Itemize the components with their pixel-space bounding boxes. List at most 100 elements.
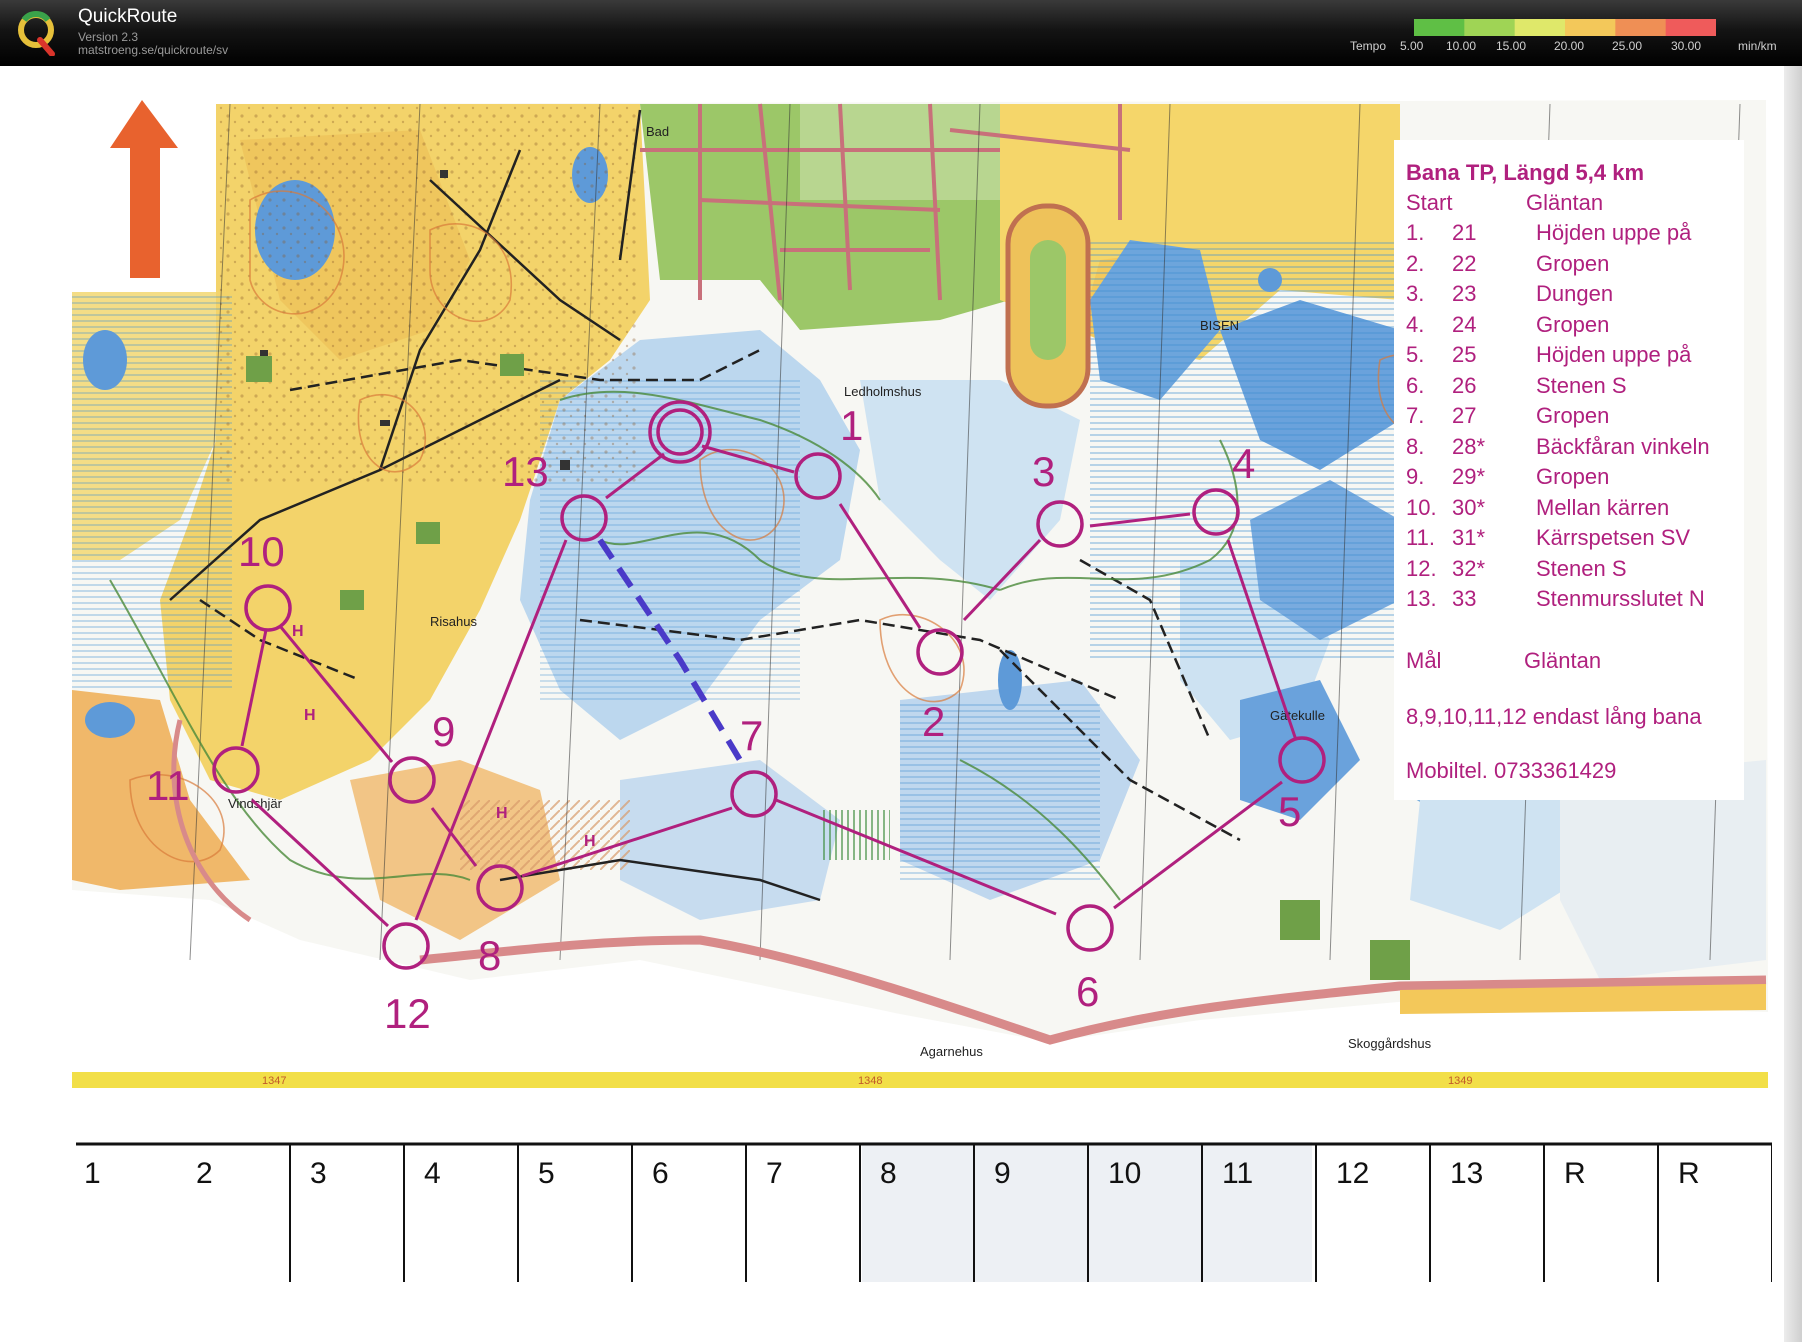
legend-control-code: 27 [1452, 403, 1477, 428]
control-number: 6 [1076, 968, 1099, 1015]
svg-text:H: H [584, 833, 596, 850]
svg-text:H: H [304, 707, 316, 724]
split-box-label: 12 [1336, 1157, 1370, 1190]
place-name: Bad [646, 124, 669, 139]
legend-control-description: Stenen S [1536, 372, 1627, 398]
legend-control-description: Gropen [1536, 250, 1610, 276]
split-time-boxes [76, 1142, 1772, 1282]
legend-finish-name: Gläntan [1524, 648, 1602, 673]
place-name: Ledholmshus [844, 384, 922, 399]
legend-control-number: 7. [1406, 403, 1425, 428]
course-legend: Bana TP, Längd 5,4 km Start Gläntan 1. 21… [1394, 140, 1744, 800]
legend-control-description: Gropen [1536, 311, 1610, 337]
split-box-label: 11 [1222, 1157, 1254, 1190]
tempo-color-segment [1514, 19, 1566, 36]
legend-control-code: 33 [1452, 586, 1477, 611]
legend-control-number: 8. [1406, 433, 1425, 459]
legend-control-code: 25 [1452, 342, 1477, 367]
legend-control-description: Höjden uppe på [1536, 342, 1692, 367]
tempo-tick: 15.00 [1496, 39, 1527, 53]
control-number: 9 [432, 708, 455, 755]
split-box-label: R [1564, 1157, 1586, 1190]
legend-phone: Mobiltel. 0733361429 [1406, 758, 1617, 783]
quickroute-logo [18, 11, 55, 56]
tempo-color-segment [1665, 19, 1716, 36]
split-box-label: 3 [310, 1157, 327, 1190]
split-box-label: 13 [1450, 1157, 1484, 1190]
split-box-label: 4 [424, 1157, 441, 1190]
tempo-tick: 20.00 [1554, 39, 1585, 53]
control-number: 13 [502, 448, 549, 495]
legend-control-number: 2. [1406, 250, 1425, 276]
control-number: 12 [384, 990, 431, 1037]
tempo-tick: 30.00 [1671, 39, 1702, 53]
split-box-label: 7 [766, 1157, 783, 1190]
control-number: 2 [922, 698, 945, 745]
legend-finish-label: Mål [1406, 648, 1442, 673]
control-number: 7 [740, 712, 763, 759]
legend-control-code: 28* [1452, 433, 1486, 459]
place-name: Risahus [430, 614, 477, 629]
tempo-tick: 10.00 [1446, 39, 1477, 53]
tempo-color-scale [1414, 19, 1716, 36]
legend-control-description: Gropen [1536, 403, 1610, 428]
grid-strip [72, 1072, 1768, 1088]
split-box-label: 6 [652, 1157, 669, 1190]
split-box-label: R [1678, 1157, 1700, 1190]
legend-control-description: Stenmursslutet N [1536, 586, 1705, 611]
legend-control-description: Stenen S [1536, 555, 1627, 581]
control-number: 4 [1232, 440, 1255, 487]
legend-title: Bana TP, Längd 5,4 km [1406, 160, 1645, 185]
legend-control-description: Gropen [1536, 464, 1610, 489]
grid-mark: 1348 [858, 1075, 882, 1087]
tempo-color-segment [1464, 19, 1516, 36]
legend-control-number: 12. [1406, 555, 1437, 581]
control-number: 3 [1032, 448, 1055, 495]
split-box-label: 2 [196, 1157, 213, 1190]
legend-control-number: 3. [1406, 281, 1425, 306]
control-number: 8 [478, 932, 501, 979]
legend-control-description: Dungen [1536, 281, 1614, 306]
legend-control-description: Bäckfåran vinkeln [1536, 433, 1710, 459]
tempo-label: Tempo [1350, 39, 1387, 53]
legend-control-description: Höjden uppe på [1536, 220, 1692, 245]
split-box-label: 8 [880, 1157, 897, 1190]
legend-control-description: Mellan kärren [1536, 494, 1670, 520]
legend-start-name: Gläntan [1526, 190, 1604, 215]
tempo-color-segment [1565, 19, 1616, 36]
place-name: BISEN [1200, 318, 1239, 333]
legend-control-number: 10. [1406, 494, 1437, 520]
tempo-tick: 25.00 [1612, 39, 1643, 53]
svg-text:H: H [496, 805, 508, 822]
legend-control-code: 29* [1452, 464, 1486, 489]
app-url: matstroeng.se/quickroute/sv [78, 43, 229, 57]
grid-mark: 1349 [1448, 1075, 1472, 1087]
control-number: 1 [840, 402, 863, 449]
legend-control-code: 22 [1452, 250, 1477, 276]
split-box-label: 10 [1108, 1157, 1142, 1190]
split-box-label: 9 [994, 1157, 1011, 1190]
legend-control-number: 4. [1406, 311, 1425, 337]
control-number: 5 [1278, 788, 1301, 835]
app-header: QuickRoute Version 2.3 matstroeng.se/qui… [0, 0, 1802, 66]
legend-control-number: 13. [1406, 586, 1437, 611]
split-box-label: 5 [538, 1157, 555, 1190]
legend-control-code: 32* [1452, 555, 1486, 581]
tempo-unit: min/km [1738, 39, 1777, 53]
legend-control-code: 23 [1452, 281, 1477, 306]
app-name: QuickRoute [78, 6, 178, 27]
scan-edge [1784, 66, 1802, 1342]
legend-control-code: 21 [1452, 220, 1477, 245]
legend-control-number: 5. [1406, 342, 1425, 367]
legend-control-number: 9. [1406, 464, 1425, 489]
legend-note: 8,9,10,11,12 endast lång bana [1406, 704, 1702, 729]
legend-control-code: 31* [1452, 525, 1486, 550]
legend-control-number: 1. [1406, 220, 1425, 245]
legend-control-code: 24 [1452, 311, 1477, 337]
legend-control-number: 11. [1406, 525, 1435, 550]
legend-control-code: 30* [1452, 494, 1486, 520]
grid-mark: 1347 [262, 1075, 286, 1087]
split-box-label: 1 [84, 1157, 101, 1190]
control-number: 10 [238, 528, 285, 575]
control-number: 11 [146, 762, 190, 809]
